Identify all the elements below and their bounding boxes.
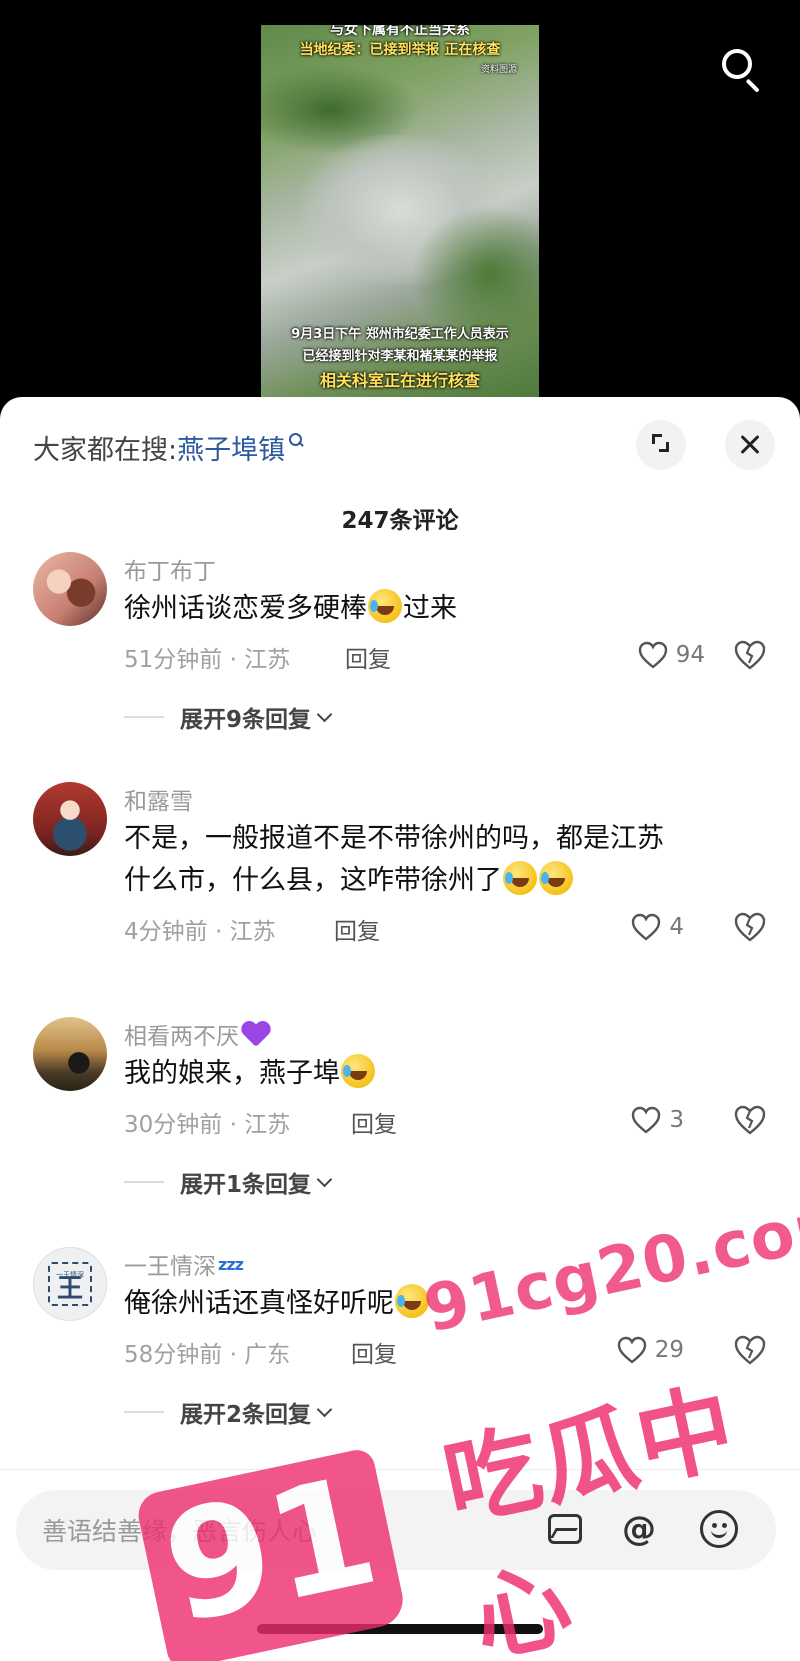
like-button[interactable]: 94: [638, 638, 705, 672]
avatar[interactable]: [33, 1017, 107, 1091]
laugh-cry-emoji-icon: [341, 1054, 375, 1088]
broken-heart-icon: [733, 1103, 767, 1137]
divider: [124, 1181, 164, 1183]
like-button[interactable]: 3: [631, 1103, 684, 1137]
comment-time-location: 4分钟前 · 江苏: [124, 919, 276, 945]
divider: [124, 716, 164, 718]
search-button[interactable]: [716, 44, 766, 94]
expand-replies-button[interactable]: 展开1条回复: [124, 1167, 333, 1198]
heart-icon: [631, 913, 661, 941]
comment-text-part: 什么市，什么县，这咋带徐州了: [124, 865, 502, 896]
dislike-button[interactable]: [733, 1103, 767, 1137]
video-caption-bottom-1: 9月3日下午 郑州市纪委工作人员表示: [291, 327, 509, 342]
avatar-seal: 一王情深 王: [48, 1262, 92, 1306]
heart-icon: [631, 1106, 661, 1134]
search-icon: [288, 432, 304, 448]
comment-text-part: 过来: [403, 593, 457, 624]
avatar[interactable]: [33, 782, 107, 856]
comment-text-line: 什么市，什么县，这咋带徐州了: [124, 860, 764, 902]
close-button[interactable]: [725, 420, 775, 470]
reply-button[interactable]: 回复: [345, 640, 391, 674]
broken-heart-icon: [733, 910, 767, 944]
comment-text: 不是，一般报道不是不带徐州的吗，都是江苏 什么市，什么县，这咋带徐州了: [124, 818, 764, 902]
chevron-down-icon: [316, 1171, 333, 1187]
video-caption-bottom-3: 相关科室正在进行核查: [319, 371, 480, 390]
sleep-zzz-icon: zzz: [218, 1255, 244, 1274]
expand-replies-button[interactable]: 展开2条回复: [124, 1397, 333, 1428]
laugh-cry-emoji-icon: [503, 861, 537, 895]
comment-nickname-text: 相看两不厌: [124, 1024, 239, 1050]
watermark-badge-text: 91: [150, 1444, 391, 1658]
comment-nickname[interactable]: 布丁布丁: [124, 552, 216, 586]
laugh-cry-emoji-icon: [539, 861, 573, 895]
like-count: 4: [669, 914, 684, 940]
expand-replies-label: 展开1条回复: [180, 1172, 312, 1198]
comment-text: 我的娘来，燕子埠: [124, 1053, 764, 1095]
reply-button[interactable]: 回复: [334, 912, 380, 946]
comment-nickname-text: 一王情深: [124, 1254, 216, 1280]
comment-text-part: 徐州话谈恋爱多硬棒: [124, 593, 367, 624]
video-player[interactable]: 与女下属有不正当关系 当地纪委：已接到举报 正在核查 资料图源 9月3日下午 郑…: [0, 0, 800, 420]
comment-time-location: 30分钟前 · 江苏: [124, 1112, 291, 1138]
divider: [124, 1411, 164, 1413]
reply-button[interactable]: 回复: [351, 1105, 397, 1139]
comment-time-location: 58分钟前 · 广东: [124, 1342, 291, 1368]
avatar[interactable]: 一王情深 王: [33, 1247, 107, 1321]
expand-replies-label: 展开2条回复: [180, 1402, 312, 1428]
laugh-cry-emoji-icon: [368, 589, 402, 623]
comment-count: 247条评论: [341, 508, 459, 534]
expand-button[interactable]: [636, 420, 686, 470]
heart-icon: [638, 641, 668, 669]
dislike-button[interactable]: [733, 638, 767, 672]
expand-replies-label: 展开9条回复: [180, 707, 312, 733]
video-caption-source: 资料图源: [480, 65, 517, 75]
video-caption-bottom-2: 已经接到针对李某和褚某某的举报: [302, 349, 498, 364]
like-button[interactable]: 4: [631, 910, 684, 944]
trending-search-keyword[interactable]: 燕子埠镇: [177, 428, 285, 467]
comment-nickname[interactable]: 和露雪: [124, 782, 193, 816]
video-caption-top-1: 与女下属有不正当关系: [330, 25, 470, 38]
comment-nickname[interactable]: 相看两不厌: [124, 1017, 271, 1051]
heart-icon: [617, 1336, 647, 1364]
purple-heart-icon: [241, 1020, 271, 1048]
reply-button[interactable]: 回复: [351, 1335, 397, 1369]
video-caption-top-2: 当地纪委：已接到举报 正在核查: [299, 42, 501, 58]
like-count: 94: [675, 642, 705, 668]
chevron-down-icon: [316, 1401, 333, 1417]
broken-heart-icon: [733, 638, 767, 672]
trending-search-prefix: 大家都在搜:: [33, 434, 178, 466]
comment-text: 徐州话谈恋爱多硬棒 过来: [124, 588, 764, 630]
avatar[interactable]: [33, 552, 107, 626]
dislike-button[interactable]: [733, 910, 767, 944]
expand-replies-button[interactable]: 展开9条回复: [124, 702, 333, 733]
comment-text-part: 俺徐州话还真怪好听呢: [124, 1288, 394, 1319]
like-count: 3: [669, 1107, 684, 1133]
video-frame[interactable]: 与女下属有不正当关系 当地纪委：已接到举报 正在核查 资料图源 9月3日下午 郑…: [261, 25, 539, 397]
trending-search[interactable]: 大家都在搜: 燕子埠镇: [33, 427, 304, 467]
comment-nickname[interactable]: 一王情深 zzz: [124, 1247, 244, 1281]
avatar-text: 王: [56, 1274, 83, 1304]
comment-text-part: 我的娘来，燕子埠: [124, 1058, 340, 1089]
chevron-down-icon: [316, 706, 333, 722]
comment-text-line: 不是，一般报道不是不带徐州的吗，都是江苏: [124, 823, 664, 854]
comment-time-location: 51分钟前 · 江苏: [124, 647, 291, 673]
